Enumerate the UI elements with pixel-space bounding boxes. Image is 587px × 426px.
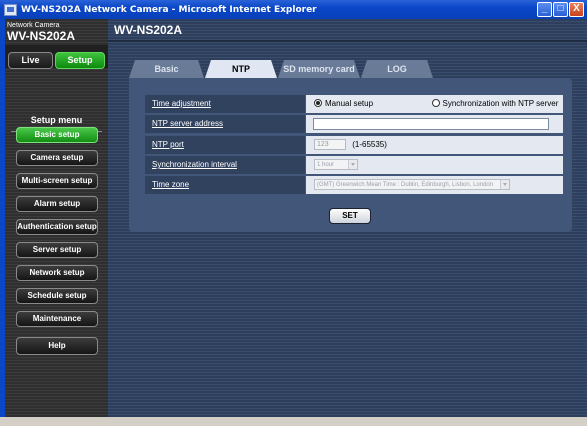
ntp-server-address-label: NTP server address [145,115,305,133]
sync-interval-cell: 1 hour [306,156,563,174]
setup-button[interactable]: Setup [55,52,105,69]
page-title: WV-NS202A [114,23,183,37]
menu-network-setup[interactable]: Network setup [16,265,98,281]
ntp-settings-panel: Time adjustment Manual setup Synchroniza… [129,78,572,232]
main-content: WV-NS202A Basic NTP SD memory card LOG T… [108,19,587,417]
manual-setup-label: Manual setup [325,99,374,108]
menu-authentication-setup[interactable]: Authentication setup [16,219,98,235]
time-zone-label: Time zone [145,176,305,194]
time-zone-cell: (GMT) Greenwich Mean Time : Dublin, Edin… [306,176,563,194]
tab-ntp[interactable]: NTP [205,60,277,78]
time-adjustment-label: Time adjustment [145,95,305,113]
menu-multi-screen-setup[interactable]: Multi-screen setup [16,173,98,189]
ie-app-icon [4,3,17,16]
live-button[interactable]: Live [8,52,53,69]
time-adjustment-options: Manual setup Synchronization with NTP se… [306,95,563,113]
ntp-server-address-cell [306,115,563,133]
manual-setup-radio[interactable] [314,99,322,107]
menu-basic-setup[interactable]: Basic setup [16,127,98,143]
set-button[interactable]: SET [329,208,371,224]
sync-interval-label: Synchronization interval [145,156,305,174]
chevron-down-icon [500,180,509,190]
time-zone-select[interactable]: (GMT) Greenwich Mean Time : Dublin, Edin… [314,179,510,191]
menu-server-setup[interactable]: Server setup [16,242,98,258]
chevron-down-icon [348,160,357,170]
menu-alarm-setup[interactable]: Alarm setup [16,196,98,212]
maximize-button[interactable]: □ [553,2,568,17]
ntp-sync-label: Synchronization with NTP server [442,99,559,108]
sidebar: Network Camera WV-NS202A Live Setup Setu… [5,19,108,417]
window-controls: _ □ X [537,2,584,17]
time-zone-value: (GMT) Greenwich Mean Time : Dublin, Edin… [317,182,494,189]
menu-schedule-setup[interactable]: Schedule setup [16,288,98,304]
ntp-server-address-input[interactable] [313,118,549,130]
row-time-zone: Time zone (GMT) Greenwich Mean Time : Du… [145,176,563,194]
title-divider [108,40,587,42]
tab-sd-memory-card[interactable]: SD memory card [278,60,360,78]
brand: Network Camera WV-NS202A [5,22,108,44]
menu-camera-setup[interactable]: Camera setup [16,150,98,166]
tab-basic[interactable]: Basic [129,60,204,78]
row-ntp-port: NTP port 123 (1-65535) [145,136,563,154]
ntp-port-input[interactable]: 123 [314,139,346,151]
row-ntp-server-address: NTP server address [145,115,563,133]
window-titlebar: WV-NS202A Network Camera - Microsoft Int… [0,0,587,19]
ntp-port-range: (1-65535) [352,140,387,149]
window-title: WV-NS202A Network Camera - Microsoft Int… [21,4,317,15]
sync-interval-select[interactable]: 1 hour [314,159,358,171]
tab-log[interactable]: LOG [361,60,433,78]
status-bar [0,417,587,426]
brand-model: WV-NS202A [7,29,76,43]
row-sync-interval: Synchronization interval 1 hour [145,156,563,174]
minimize-button[interactable]: _ [537,2,552,17]
menu-maintenance[interactable]: Maintenance [16,311,98,327]
ntp-port-cell: 123 (1-65535) [306,136,563,154]
menu-help[interactable]: Help [16,337,98,355]
ntp-port-label: NTP port [145,136,305,154]
row-time-adjustment: Time adjustment Manual setup Synchroniza… [145,95,563,113]
setup-menu-heading: Setup menu [30,115,83,125]
ntp-sync-radio[interactable] [431,99,440,107]
close-button[interactable]: X [569,2,584,17]
sync-interval-value: 1 hour [317,162,335,169]
